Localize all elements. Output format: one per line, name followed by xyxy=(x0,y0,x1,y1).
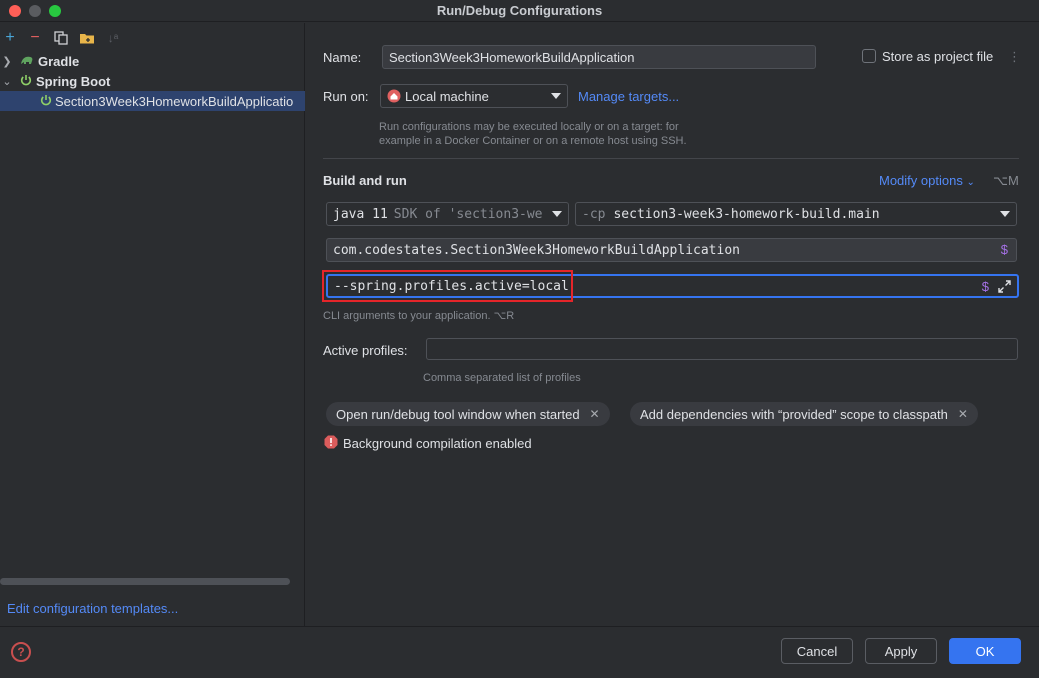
run-on-select[interactable]: Local machine xyxy=(380,84,568,108)
active-profiles-hint: Comma separated list of profiles xyxy=(423,372,581,384)
configuration-form: Name: Section3Week3HomeworkBuildApplicat… xyxy=(306,23,1039,626)
folder-icon[interactable] xyxy=(78,29,96,47)
tree-item-gradle[interactable]: ❯ Gradle xyxy=(0,51,305,71)
spring-run-icon xyxy=(40,94,52,109)
macro-icon[interactable]: $ xyxy=(982,279,989,294)
title-bar: Run/Debug Configurations xyxy=(0,0,1039,22)
configurations-tree-panel: + − ↓ᵃ ❯ Gradle ⌄ Spring Boot Section3We… xyxy=(0,23,305,626)
highlight-box xyxy=(322,270,573,302)
active-profiles-field[interactable] xyxy=(426,338,1018,360)
modify-options-link[interactable]: Modify options ⌄ xyxy=(879,173,975,188)
store-as-project-label: Store as project file xyxy=(882,49,994,64)
add-icon[interactable]: + xyxy=(1,29,19,47)
remove-icon[interactable]: − xyxy=(26,29,44,47)
ok-button[interactable]: OK xyxy=(949,638,1021,664)
edit-configuration-templates-link[interactable]: Edit configuration templates... xyxy=(7,601,178,616)
name-label: Name: xyxy=(323,50,362,65)
help-icon[interactable]: ? xyxy=(11,642,31,662)
tree-item-application[interactable]: Section3Week3HomeworkBuildApplicatio xyxy=(0,91,305,111)
warning-icon xyxy=(324,435,338,452)
tree-item-spring-boot[interactable]: ⌄ Spring Boot xyxy=(0,71,305,91)
expand-icon[interactable] xyxy=(998,280,1011,296)
main-class-field[interactable]: com.codestates.Section3Week3HomeworkBuil… xyxy=(326,238,1017,262)
program-arguments-hint: CLI arguments to your application. ⌥R xyxy=(323,310,515,322)
run-on-hint-line2: example in a Docker Container or on a re… xyxy=(379,135,687,147)
sort-icon[interactable]: ↓ᵃ xyxy=(104,29,122,47)
store-as-project-checkbox[interactable] xyxy=(862,49,876,63)
section-divider xyxy=(323,158,1019,159)
apply-button[interactable]: Apply xyxy=(865,638,937,664)
dialog-footer: ? Cancel Apply OK xyxy=(0,626,1039,678)
active-profiles-label: Active profiles: xyxy=(323,343,408,358)
modify-options-shortcut: ⌥M xyxy=(993,173,1019,188)
chevron-right-icon[interactable]: ❯ xyxy=(0,55,14,68)
chevron-down-icon[interactable]: ⌄ xyxy=(0,75,14,88)
chevron-down-icon xyxy=(1000,211,1010,217)
home-icon xyxy=(387,89,401,103)
option-chip[interactable]: Open run/debug tool window when started … xyxy=(326,402,610,426)
name-field[interactable]: Section3Week3HomeworkBuildApplication xyxy=(382,45,816,69)
window-title: Run/Debug Configurations xyxy=(436,3,603,18)
horizontal-scrollbar[interactable] xyxy=(0,578,290,585)
tree-toolbar: + − ↓ᵃ xyxy=(0,27,305,49)
close-icon[interactable]: ✕ xyxy=(590,407,600,421)
chevron-down-icon xyxy=(551,93,561,99)
manage-targets-link[interactable]: Manage targets... xyxy=(578,89,679,104)
chevron-down-icon: ⌄ xyxy=(966,177,975,188)
option-chip[interactable]: Add dependencies with “provided” scope t… xyxy=(630,402,978,426)
run-on-hint-line1: Run configurations may be executed local… xyxy=(379,121,679,133)
chevron-down-icon xyxy=(552,211,562,217)
close-icon[interactable]: ✕ xyxy=(958,407,968,421)
gradle-icon xyxy=(20,54,34,69)
section-title: Build and run xyxy=(323,173,407,188)
copy-icon[interactable] xyxy=(52,29,70,47)
jdk-select[interactable]: java 11 SDK of 'section3-we xyxy=(326,202,569,226)
run-on-label: Run on: xyxy=(323,89,369,104)
classpath-select[interactable]: -cp section3-week3-homework-build.main xyxy=(575,202,1017,226)
cancel-button[interactable]: Cancel xyxy=(781,638,853,664)
spring-boot-icon xyxy=(20,74,32,89)
macro-icon[interactable]: $ xyxy=(1001,242,1008,257)
more-options-icon[interactable]: ⋮ xyxy=(1008,49,1021,65)
background-compilation-label: Background compilation enabled xyxy=(343,436,532,451)
